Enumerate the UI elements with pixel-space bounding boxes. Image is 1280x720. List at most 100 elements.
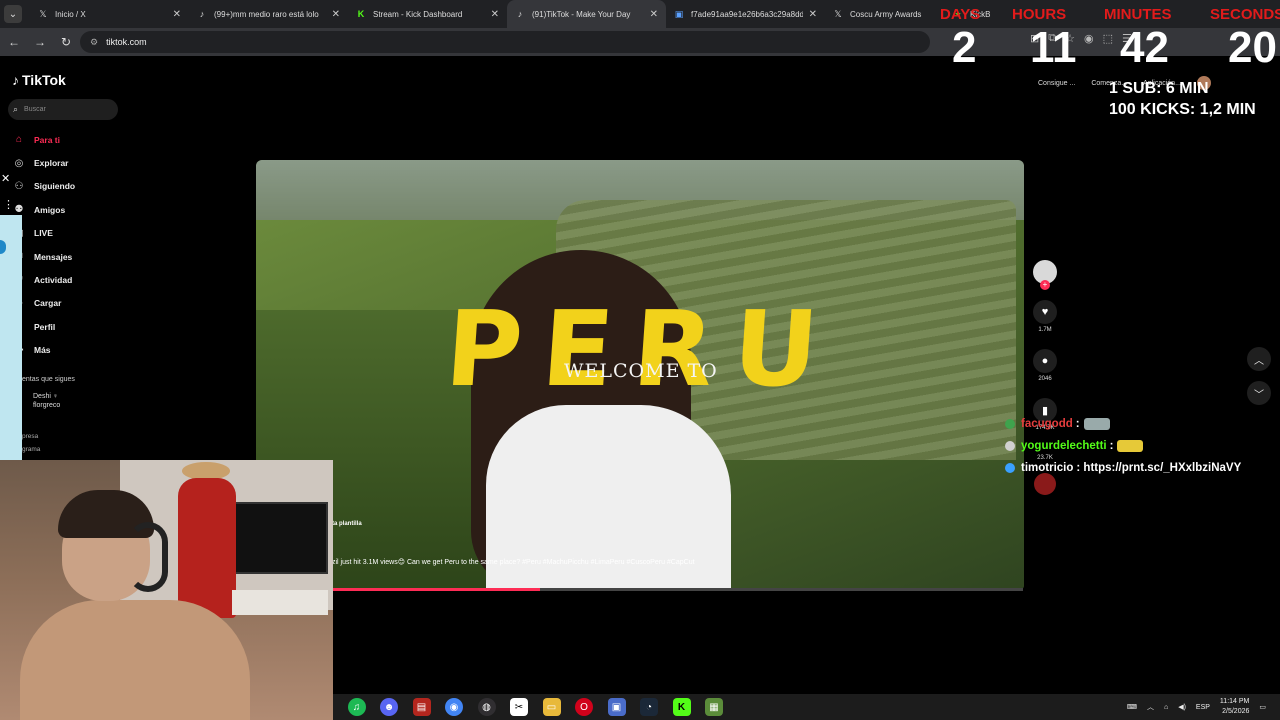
countdown-value: 20 [1228, 23, 1277, 72]
keyboard-icon[interactable]: ⌨ [1127, 703, 1137, 711]
next-video-button[interactable]: ﹀ [1247, 381, 1271, 405]
search-placeholder: Buscar [24, 106, 46, 113]
browser-tab-strip: ⌄ 𝕏 Inicio / X ✕ ♪ (99+)mm medio raro es… [0, 0, 1280, 28]
chevron-up-icon[interactable]: ︿ [1147, 702, 1154, 712]
nav-item-para-ti[interactable]: ⌂ Para ti [12, 128, 75, 151]
site-info-icon[interactable]: ⚙ [90, 37, 98, 48]
nav-label: Mensajes [34, 251, 73, 262]
footer-link[interactable]: presa [22, 430, 40, 443]
opera-icon[interactable]: O [575, 698, 593, 716]
back-icon[interactable]: ← [2, 30, 26, 54]
comment-count: 2046 [1038, 376, 1052, 382]
kebab-menu-icon[interactable]: ⋮ [3, 198, 14, 211]
tiktok-logo[interactable]: ♪ TikTok [12, 72, 66, 88]
video-player[interactable]: PERU WELCOME TO ta plantilla zil just hi… [256, 160, 1024, 591]
chat-message: timotricio : https://prnt.sc/_HXxlbziNaV… [1005, 457, 1241, 479]
like-button[interactable]: ♥ [1033, 300, 1057, 324]
like-count: 1.7M [1038, 327, 1052, 333]
screen: ⌄ 𝕏 Inicio / X ✕ ♪ (99+)mm medio raro es… [0, 0, 1280, 720]
emote-icon [1083, 418, 1110, 430]
discord-icon[interactable]: ☻ [380, 698, 398, 716]
chat-badge-icon [1005, 441, 1015, 451]
account-name: Deshi ♀ [33, 393, 59, 400]
nav-label: Más [34, 345, 51, 356]
heart-icon: ♥ [1041, 306, 1049, 318]
nav-label: Amigos [34, 204, 66, 215]
browser-tab[interactable]: ▣ f7ade91aa9e1e26b6a3c29a8dd ✕ [666, 0, 825, 28]
folder-icon[interactable]: ▭ [542, 698, 561, 716]
app-icon[interactable]: ▣ [607, 698, 626, 716]
follow-plus-icon[interactable]: + [1040, 280, 1050, 290]
browser-tab[interactable]: 𝕏 Inicio / X ✕ [30, 0, 189, 28]
webcam-feed [0, 460, 333, 720]
browser-tab[interactable]: K Stream - Kick Dashboard ✕ [348, 0, 507, 28]
chat-badge-icon [1005, 419, 1015, 429]
countdown-seconds: SECONDS 20 [1210, 6, 1280, 71]
emote-icon [1117, 440, 1144, 452]
kicks-goal: 100 KICKS: 1,2 MIN [1109, 101, 1256, 118]
video-progress-bar[interactable] [333, 588, 1023, 591]
tab-title: (91)TikTok - Make Your Day [532, 9, 631, 19]
chat-badge-icon [1005, 463, 1015, 473]
chat-text: : [1109, 440, 1114, 452]
network-icon[interactable]: ⌂ [1164, 704, 1168, 711]
following-account[interactable]: Deshi ♀ florgreco [33, 392, 60, 410]
previous-video-button[interactable]: ︿ [1247, 347, 1271, 371]
tiktok-icon: ♪ [517, 9, 523, 19]
stream-chat: facugodd : yogurdelechetti : timotricio … [1005, 413, 1241, 479]
clock[interactable]: 11:14 PM 2/5/2026 [1220, 697, 1249, 717]
steam-icon[interactable]: ◔ [640, 698, 658, 716]
tab-search-button[interactable]: ⌄ [4, 5, 22, 23]
search-input[interactable]: ⌕ Buscar [8, 99, 118, 120]
close-icon[interactable]: ✕ [1, 172, 10, 185]
chat-username: facugodd [1021, 418, 1073, 430]
spotify-icon[interactable]: ♫ [347, 698, 366, 716]
tab-title: (99+)mm medio raro está lolo [214, 9, 319, 19]
comment-button[interactable]: ● [1033, 349, 1057, 373]
minecraft-icon[interactable]: ▦ [705, 698, 723, 716]
obs-icon[interactable]: ◍ [477, 698, 496, 716]
close-icon[interactable]: ✕ [491, 9, 499, 20]
chrome-icon[interactable]: ◉ [445, 698, 463, 716]
capcut-icon[interactable]: ✂ [510, 698, 528, 716]
following-section-title: entas que sigues [22, 376, 75, 383]
creator-avatar[interactable]: + [1033, 260, 1057, 290]
account-handle: florgreco [33, 402, 61, 409]
sidebar-footer: presa grama [22, 430, 40, 456]
reload-icon[interactable]: ↻ [54, 30, 78, 54]
chat-text: : [1075, 418, 1080, 430]
video-overlay-title: PERU [441, 288, 843, 410]
nav-item-explorar[interactable]: ◎ Explorar [12, 151, 75, 174]
footer-link[interactable]: grama [22, 443, 40, 456]
countdown-value: 2 [952, 23, 977, 72]
browser-tab[interactable]: ♪ (99+)mm medio raro está lolo ✕ [189, 0, 348, 28]
video-author[interactable]: ta plantilla [332, 521, 362, 527]
voicemeeter-icon[interactable]: ▤ [412, 698, 431, 716]
tiktok-icon: ♪ [12, 72, 19, 88]
compass-icon: ◎ [14, 157, 24, 169]
close-icon[interactable]: ✕ [809, 9, 817, 20]
following-icon: ⚇ [14, 180, 24, 192]
nav-label: Actividad [34, 275, 73, 286]
chevron-down-icon: ﹀ [1254, 389, 1264, 401]
forward-icon[interactable]: → [28, 30, 52, 54]
browser-tab[interactable]: 𝕏 Coscu Army Awards [825, 0, 945, 28]
bookmark-item[interactable]: Consigue ... [1038, 80, 1075, 87]
close-icon[interactable]: ✕ [650, 9, 658, 20]
nav-item-siguiendo[interactable]: ⚇ Siguiendo [12, 175, 76, 198]
clock-time: 11:14 PM [1219, 698, 1250, 705]
taskbar: ♫ ☻ ▤ ◉ ◍ ✂ ▭ O ▣ ◔ K ▦ ⌨ ︿ ⌂ ◀) ESP 11:… [333, 694, 1280, 720]
address-bar[interactable]: ⚙ tiktok.com [80, 31, 930, 53]
system-tray: ⌨ ︿ ⌂ ◀) ESP 11:14 PM 2/5/2026 ▭ [1127, 694, 1280, 720]
nav-label: Cargar [34, 298, 62, 309]
notification-icon[interactable]: ▭ [1259, 703, 1266, 711]
x-logo-icon: 𝕏 [39, 9, 47, 19]
close-icon[interactable]: ✕ [332, 9, 340, 20]
nav-label: LIVE [34, 228, 53, 239]
browser-tab-active[interactable]: ♪ (91)TikTok - Make Your Day ✕ [507, 0, 666, 28]
kick-icon[interactable]: K [672, 698, 691, 716]
volume-icon[interactable]: ◀) [1178, 703, 1186, 711]
extension-icon[interactable]: ◉ [1084, 32, 1094, 45]
language-indicator[interactable]: ESP [1196, 704, 1210, 711]
close-icon[interactable]: ✕ [173, 9, 181, 20]
